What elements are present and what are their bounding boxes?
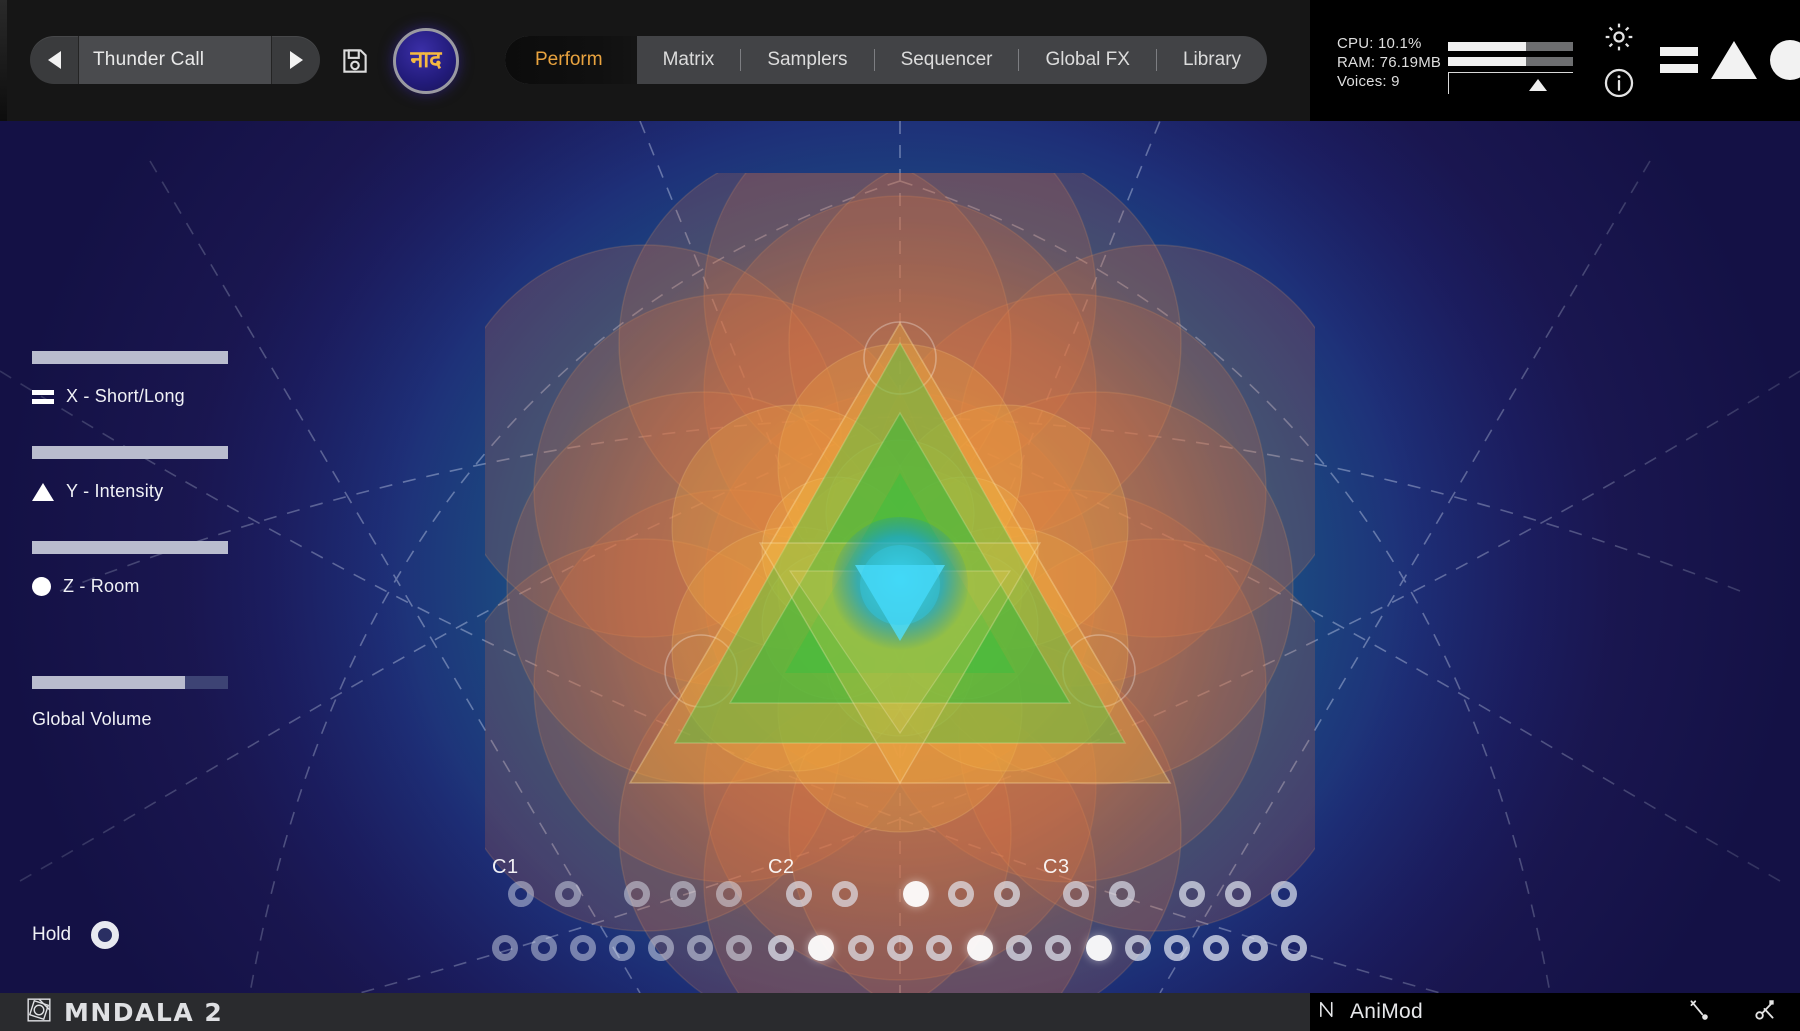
- scissors-note-icon[interactable]: [1752, 997, 1778, 1028]
- control-label: X - Short/Long: [66, 386, 185, 406]
- brand-area: MNDALA 2: [0, 993, 1310, 1031]
- nested-squares-logo-icon: [26, 997, 52, 1028]
- preset-navigator: Thunder Call: [30, 36, 320, 84]
- ram-stat: RAM: 76.19MB: [1337, 54, 1442, 71]
- note-pad-accidental[interactable]: [1271, 881, 1297, 907]
- animod-text: AniMod: [1350, 1000, 1424, 1023]
- control-label: Z - Room: [63, 576, 140, 596]
- note-pad-natural[interactable]: [570, 935, 596, 961]
- note-pad-natural[interactable]: [609, 935, 635, 961]
- top-toolbar: Thunder Call नाद Perform Matrix Samplers…: [0, 0, 1800, 121]
- level-meters: [1448, 42, 1573, 94]
- save-preset-button[interactable]: [340, 46, 370, 76]
- master-slider[interactable]: [1448, 72, 1573, 94]
- bars-icon[interactable]: [1660, 47, 1698, 73]
- note-pad-natural[interactable]: [848, 935, 874, 961]
- hold-control: Hold: [32, 921, 120, 949]
- preset-prev-button[interactable]: [30, 36, 78, 84]
- note-pad-natural[interactable]: [1242, 935, 1268, 961]
- note-pad-natural[interactable]: [887, 935, 913, 961]
- note-pad-natural[interactable]: [926, 935, 952, 961]
- naad-logo-button[interactable]: नाद: [393, 28, 459, 94]
- note-pad-natural[interactable]: [1045, 935, 1071, 961]
- animod-n-icon: [1318, 999, 1340, 1025]
- circle-icon[interactable]: [1770, 40, 1800, 80]
- system-stats: CPU: 10.1% RAM: 76.19MB Voices: 9: [1337, 34, 1441, 91]
- control-label: Y - Intensity: [66, 481, 164, 501]
- note-pad-accidental[interactable]: [555, 881, 581, 907]
- tab-perform[interactable]: Perform: [505, 36, 637, 84]
- hold-toggle[interactable]: [91, 921, 120, 949]
- cpu-meter: [1448, 42, 1573, 51]
- status-footer: MNDALA 2 AniMod: [0, 993, 1800, 1031]
- master-slider-knob[interactable]: [1529, 79, 1548, 91]
- hold-label: Hold: [32, 924, 72, 945]
- note-pad-natural[interactable]: [492, 935, 518, 961]
- z-room-slider[interactable]: [32, 541, 228, 554]
- xyz-shape-indicators: [1660, 40, 1800, 80]
- gear-icon[interactable]: [1602, 20, 1636, 54]
- note-pad-accidental[interactable]: [508, 881, 534, 907]
- note-pad-natural[interactable]: [531, 935, 557, 961]
- note-pad-natural[interactable]: [967, 935, 993, 961]
- bars-icon: [32, 389, 54, 404]
- preset-next-button[interactable]: [272, 36, 320, 84]
- note-pad-natural[interactable]: [1203, 935, 1229, 961]
- note-pad-natural[interactable]: [726, 935, 752, 961]
- triangle-icon[interactable]: [1711, 41, 1757, 79]
- note-pad-accidental[interactable]: [1063, 881, 1089, 907]
- animod-label[interactable]: AniMod: [1318, 993, 1423, 1031]
- tab-library[interactable]: Library: [1157, 36, 1267, 84]
- main-tab-bar: Perform Matrix Samplers Sequencer Global…: [505, 36, 1268, 84]
- note-pad-accidental[interactable]: [786, 881, 812, 907]
- mndala-app-window: X - Short/Long Y - Intensity Z - Room Gl…: [0, 0, 1800, 1031]
- naad-logo-text: नाद: [410, 46, 442, 73]
- global-volume-slider[interactable]: [32, 676, 228, 689]
- note-pad-accidental[interactable]: [716, 881, 742, 907]
- x-short-long-slider[interactable]: [32, 351, 228, 364]
- note-pad-accidental[interactable]: [903, 881, 929, 907]
- triangle-icon: [32, 482, 54, 501]
- note-pad-accidental[interactable]: [1225, 881, 1251, 907]
- brand-name: MNDALA 2: [64, 997, 224, 1027]
- note-pad-natural[interactable]: [768, 935, 794, 961]
- circle-icon: [32, 577, 51, 596]
- note-pad-natural[interactable]: [1281, 935, 1307, 961]
- note-pad-accidental[interactable]: [624, 881, 650, 907]
- note-pad-natural[interactable]: [1006, 935, 1032, 961]
- wand-icon[interactable]: [1686, 997, 1712, 1028]
- note-pad-accidental[interactable]: [994, 881, 1020, 907]
- control-label: Global Volume: [32, 709, 152, 729]
- control-x-short-long: X - Short/Long: [32, 351, 228, 407]
- note-pad-natural[interactable]: [1164, 935, 1190, 961]
- y-intensity-slider[interactable]: [32, 446, 228, 459]
- tab-global-fx[interactable]: Global FX: [1019, 36, 1155, 84]
- control-y-intensity: Y - Intensity: [32, 446, 228, 502]
- tab-samplers[interactable]: Samplers: [741, 36, 873, 84]
- perform-left-panel: X - Short/Long Y - Intensity Z - Room Gl…: [0, 121, 300, 993]
- note-pad-accidental[interactable]: [670, 881, 696, 907]
- note-pad-natural[interactable]: [1125, 935, 1151, 961]
- note-pad-natural[interactable]: [808, 935, 834, 961]
- tab-matrix[interactable]: Matrix: [637, 36, 741, 84]
- preset-name-field[interactable]: Thunder Call: [78, 36, 272, 84]
- note-pad-accidental[interactable]: [832, 881, 858, 907]
- note-pad-natural[interactable]: [1086, 935, 1112, 961]
- control-z-room: Z - Room: [32, 541, 228, 597]
- note-pad-accidental[interactable]: [948, 881, 974, 907]
- info-icon[interactable]: [1602, 66, 1636, 100]
- ram-meter: [1448, 57, 1573, 66]
- note-pad-accidental[interactable]: [1109, 881, 1135, 907]
- footer-tools: [1686, 993, 1778, 1031]
- tab-sequencer[interactable]: Sequencer: [875, 36, 1019, 84]
- control-global-volume: Global Volume: [32, 676, 228, 730]
- note-pad-natural[interactable]: [648, 935, 674, 961]
- voices-stat: Voices: 9: [1337, 73, 1400, 90]
- cpu-stat: CPU: 10.1%: [1337, 35, 1422, 52]
- window-edge-strip: [0, 0, 7, 121]
- note-pad-accidental[interactable]: [1179, 881, 1205, 907]
- note-pad-natural[interactable]: [687, 935, 713, 961]
